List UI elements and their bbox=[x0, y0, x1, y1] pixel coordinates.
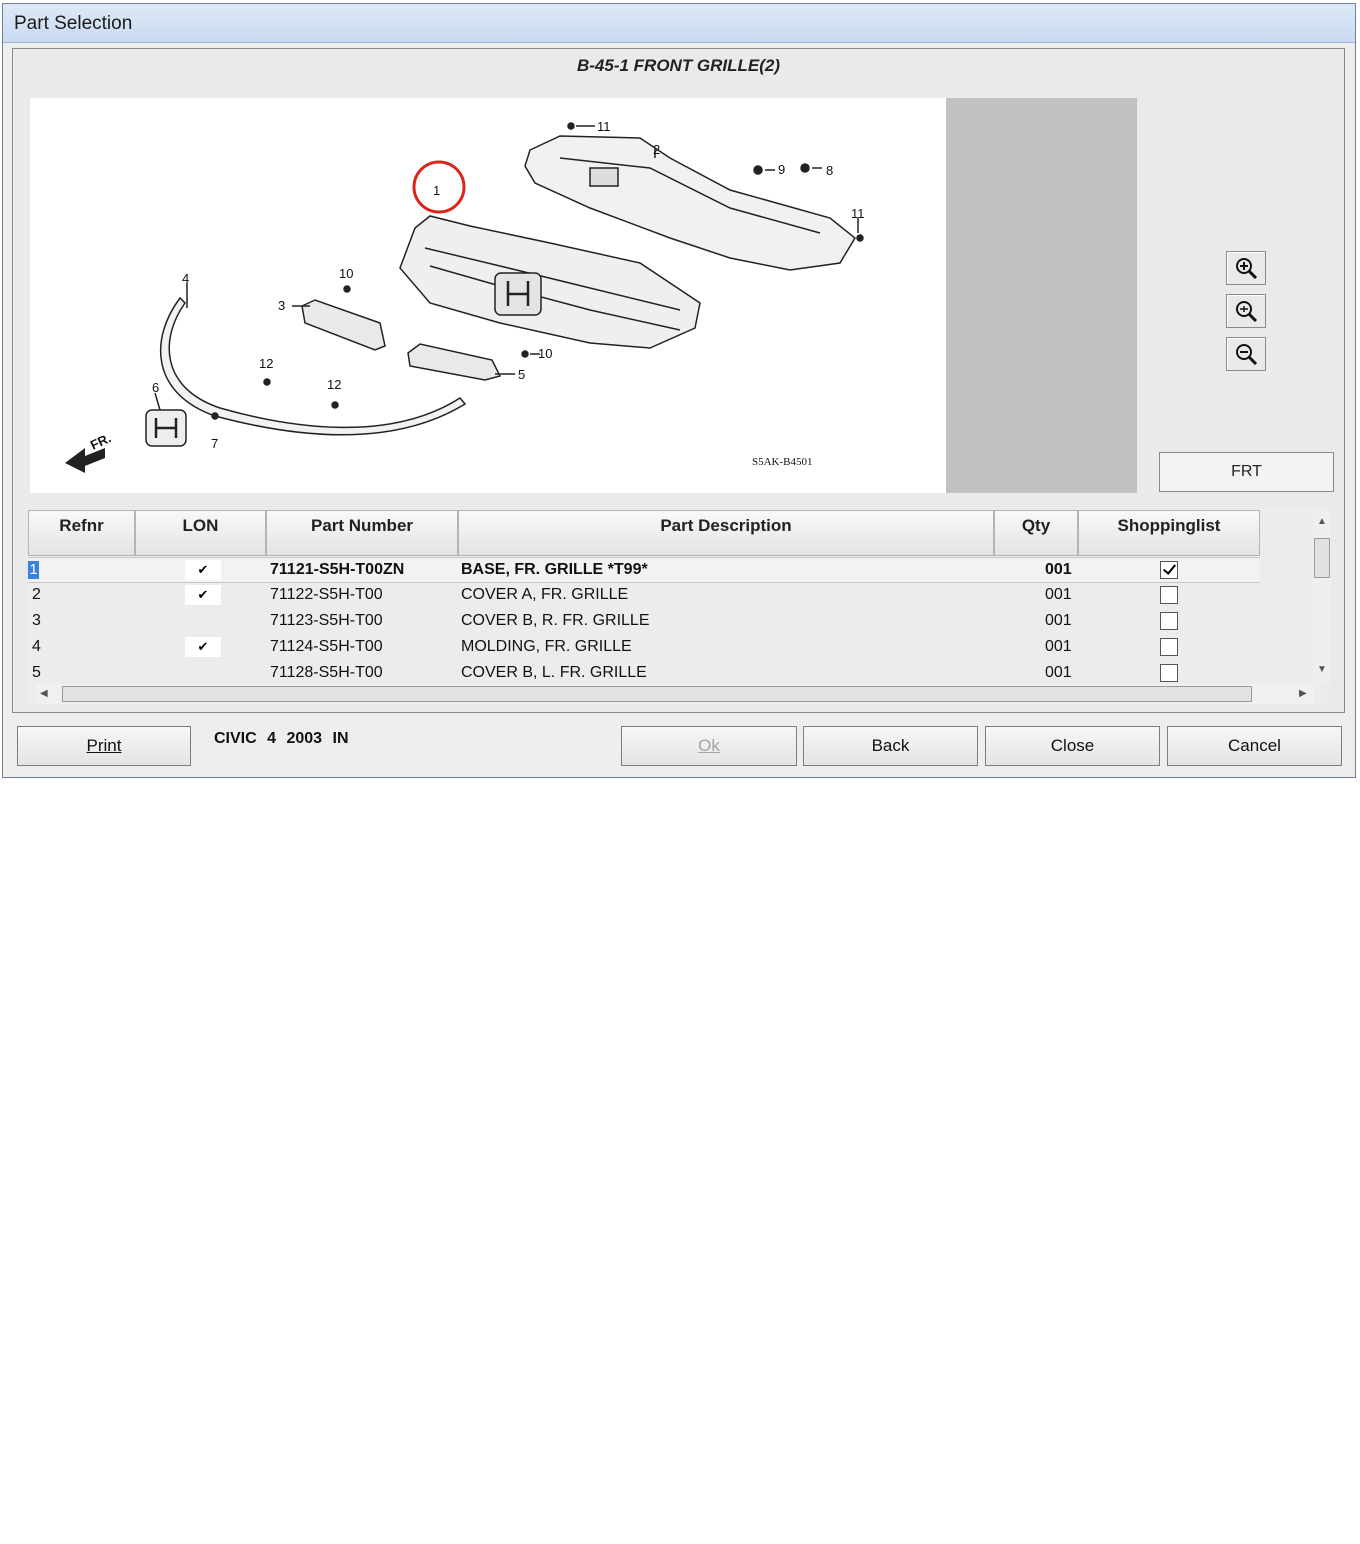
row-lon: ✔ bbox=[185, 585, 221, 605]
callout-2: 2 bbox=[653, 142, 660, 157]
scroll-up-icon[interactable]: ▲ bbox=[1317, 516, 1327, 527]
cancel-button[interactable]: Cancel bbox=[1167, 726, 1342, 766]
row-qty: 001 bbox=[1045, 612, 1072, 629]
callout-4: 4 bbox=[182, 271, 189, 286]
content-panel: B-45-1 FRONT GRILLE(2) 1 2 3 4 5 6 7 8 9… bbox=[12, 48, 1345, 713]
callout-9: 9 bbox=[778, 162, 785, 177]
row-part-number: 71121-S5H-T00ZN bbox=[270, 561, 405, 578]
row-lon: ✔ bbox=[185, 560, 221, 580]
column-header-part-number[interactable]: Part Number bbox=[266, 510, 458, 556]
front-label: FR. bbox=[88, 430, 113, 452]
table-row[interactable]: 1 ✔ 71121-S5H-T00ZN BASE, FR. GRILLE *T9… bbox=[28, 557, 1260, 583]
callout-6: 6 bbox=[152, 380, 159, 395]
print-button[interactable]: Print bbox=[17, 726, 191, 766]
row-qty: 001 bbox=[1045, 664, 1072, 681]
callout-11a: 11 bbox=[597, 119, 611, 134]
row-refnr: 2 bbox=[32, 586, 41, 603]
close-label: Close bbox=[1050, 736, 1095, 755]
frt-button[interactable]: FRT bbox=[1159, 452, 1334, 492]
back-label: Back bbox=[871, 736, 910, 755]
callout-7: 7 bbox=[211, 436, 218, 451]
zoom-fit-button[interactable] bbox=[1226, 294, 1266, 328]
column-header-description[interactable]: Part Description bbox=[458, 510, 994, 556]
parts-table: Refnr LON Part Number Part Description Q… bbox=[28, 508, 1331, 706]
zoom-out-button[interactable] bbox=[1226, 337, 1266, 371]
vertical-scrollbar[interactable]: ▲ ▼ bbox=[1313, 510, 1331, 682]
shopping-checkbox[interactable] bbox=[1160, 612, 1178, 630]
table-row[interactable]: 3 71123-S5H-T00 COVER B, R. FR. GRILLE 0… bbox=[28, 609, 1260, 635]
parts-diagram[interactable]: 1 2 3 4 5 6 7 8 9 10 10 11 11 12 12 FR. bbox=[30, 98, 946, 493]
shopping-checkbox[interactable] bbox=[1160, 638, 1178, 656]
shopping-checkbox[interactable] bbox=[1160, 664, 1178, 682]
zoom-out-icon bbox=[1236, 344, 1258, 365]
column-header-qty[interactable]: Qty bbox=[994, 510, 1078, 556]
row-lon: ✔ bbox=[185, 637, 221, 657]
row-description: MOLDING, FR. GRILLE bbox=[461, 638, 632, 655]
row-qty: 001 bbox=[1045, 561, 1072, 578]
ok-button[interactable]: Ok bbox=[621, 726, 797, 766]
row-description: COVER B, R. FR. GRILLE bbox=[461, 612, 650, 629]
callout-11b: 11 bbox=[851, 206, 865, 221]
model-info: CIVIC 4 2003 IN bbox=[214, 730, 349, 747]
column-header-refnr[interactable]: Refnr bbox=[28, 510, 135, 556]
ok-label: Ok bbox=[698, 736, 720, 755]
zoom-in-icon bbox=[1236, 258, 1258, 279]
callout-5: 5 bbox=[518, 367, 525, 382]
shopping-checkbox[interactable] bbox=[1160, 586, 1178, 604]
scroll-down-icon[interactable]: ▼ bbox=[1317, 664, 1327, 675]
vertical-scroll-thumb[interactable] bbox=[1314, 538, 1330, 578]
column-header-lon[interactable]: LON bbox=[135, 510, 266, 556]
shopping-checkbox[interactable] bbox=[1160, 561, 1178, 579]
callout-10a: 10 bbox=[339, 266, 353, 281]
callout-12a: 12 bbox=[259, 356, 273, 371]
cancel-label: Cancel bbox=[1228, 736, 1281, 755]
row-qty: 001 bbox=[1045, 638, 1072, 655]
callout-3: 3 bbox=[278, 298, 285, 313]
scroll-right-icon[interactable]: ▶ bbox=[1299, 688, 1307, 699]
horizontal-scroll-thumb[interactable] bbox=[62, 686, 1252, 702]
row-description: COVER B, L. FR. GRILLE bbox=[461, 664, 647, 681]
row-qty: 001 bbox=[1045, 586, 1072, 603]
row-part-number: 71122-S5H-T00 bbox=[270, 586, 383, 603]
row-part-number: 71123-S5H-T00 bbox=[270, 612, 383, 629]
callout-10b: 10 bbox=[538, 346, 552, 361]
callout-1: 1 bbox=[433, 183, 440, 198]
table-row[interactable]: 2 ✔ 71122-S5H-T00 COVER A, FR. GRILLE 00… bbox=[28, 583, 1260, 609]
close-button[interactable]: Close bbox=[985, 726, 1160, 766]
row-refnr: 1 bbox=[28, 561, 39, 579]
window-title: Part Selection bbox=[14, 13, 133, 34]
row-part-number: 71128-S5H-T00 bbox=[270, 664, 383, 681]
zoom-fit-icon bbox=[1236, 301, 1258, 322]
back-button[interactable]: Back bbox=[803, 726, 978, 766]
row-description: BASE, FR. GRILLE *T99* bbox=[461, 561, 648, 578]
row-refnr: 5 bbox=[32, 664, 41, 681]
table-row[interactable]: 4 ✔ 71124-S5H-T00 MOLDING, FR. GRILLE 00… bbox=[28, 635, 1260, 661]
scroll-left-icon[interactable]: ◀ bbox=[40, 688, 48, 699]
callout-12b: 12 bbox=[327, 377, 341, 392]
row-description: COVER A, FR. GRILLE bbox=[461, 586, 629, 603]
row-refnr: 3 bbox=[32, 612, 41, 629]
diagram-margin bbox=[946, 98, 1137, 493]
diagram-code: S5AK-B4501 bbox=[752, 456, 813, 468]
row-refnr: 4 bbox=[32, 638, 41, 655]
zoom-in-button[interactable] bbox=[1226, 251, 1266, 285]
diagram-title: B-45-1 FRONT GRILLE(2) bbox=[576, 56, 781, 75]
column-header-shoppinglist[interactable]: Shoppinglist bbox=[1078, 510, 1260, 556]
row-part-number: 71124-S5H-T00 bbox=[270, 638, 383, 655]
title-bar: Part Selection bbox=[3, 4, 1355, 43]
diagram-drawing: 1 2 3 4 5 6 7 8 9 10 10 11 11 12 12 FR. bbox=[65, 119, 865, 473]
print-label: Print bbox=[86, 736, 122, 755]
horizontal-scrollbar[interactable]: ◀ ▶ bbox=[36, 684, 1314, 704]
part-selection-window: Part Selection B-45-1 FRONT GRILLE(2) 1 … bbox=[2, 3, 1356, 778]
callout-8: 8 bbox=[826, 163, 833, 178]
